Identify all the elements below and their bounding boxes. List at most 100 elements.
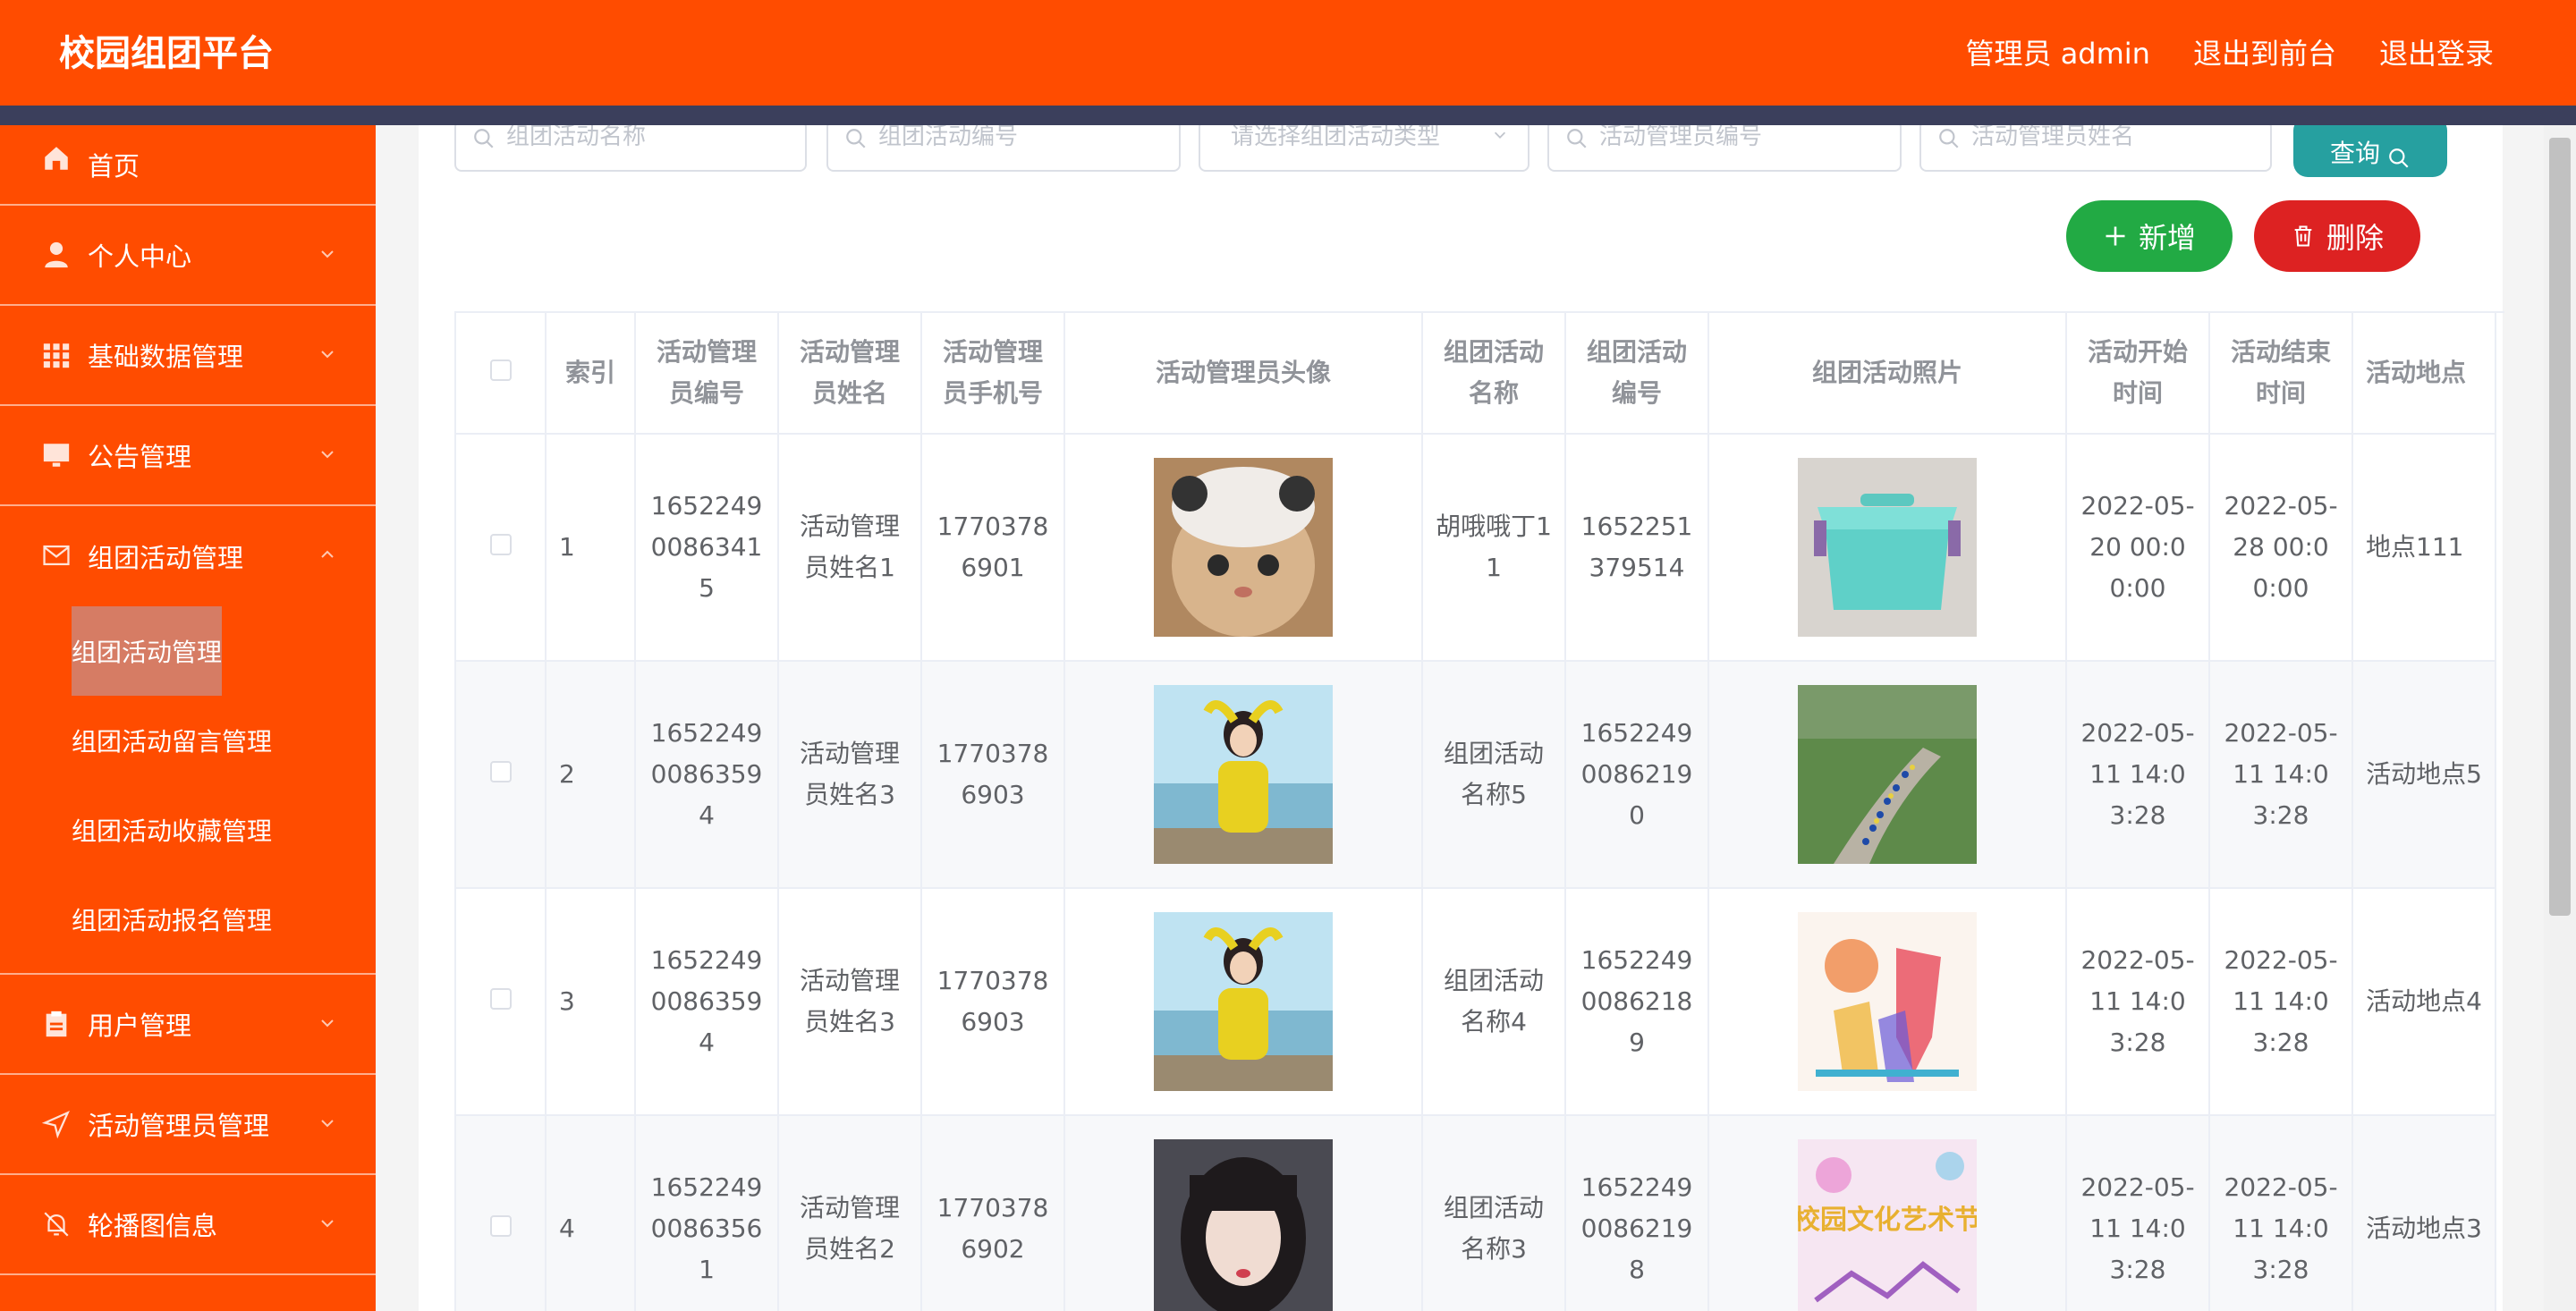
delete-button[interactable]: 删除 (2254, 200, 2420, 272)
search-icon (1567, 129, 1587, 148)
column-header: 组团活动名称 (1422, 313, 1566, 435)
submenu-item-group-activity[interactable]: 组团活动管理 (0, 606, 376, 696)
search-icon (1939, 129, 1959, 148)
submenu-item-label: 组团活动收藏管理 (72, 816, 273, 846)
activity-no-cell: 16522490086218 9 (1565, 888, 1709, 1116)
avatar-cell (1064, 1115, 1423, 1311)
place-cell: 活动地点4 (2352, 888, 2496, 1116)
chevron-down-icon (321, 1120, 334, 1128)
user-icon (45, 241, 68, 268)
submenu-item-activity-favorite[interactable]: 组团活动收藏管理 (0, 785, 376, 875)
avatar-image[interactable] (1154, 912, 1333, 1091)
activity-no-input[interactable]: 组团活动编号 (826, 125, 1181, 172)
row-checkbox[interactable] (489, 534, 512, 555)
delete-button-label: 删除 (2326, 221, 2384, 255)
sidebar-item-activity-managers[interactable]: 活动管理员管理 (0, 1075, 376, 1175)
manager-phone-cell: 17703786903 (921, 888, 1065, 1116)
add-button-label: 新增 (2138, 221, 2196, 255)
content-panel: 组团活动名称 组团活动编号 请选择组团活动类型 活动管理员编号 活动管理员姓名 … (419, 125, 2504, 1311)
column-header: 活动开始时间 (2066, 313, 2210, 435)
main-content: 组团活动名称 组团活动编号 请选择组团活动类型 活动管理员编号 活动管理员姓名 … (376, 125, 2558, 1311)
exit-to-front-link[interactable]: 退出到前台 (2193, 32, 2336, 75)
logout-link[interactable]: 退出登录 (2379, 32, 2494, 75)
activity-type-select[interactable]: 请选择组团活动类型 (1199, 125, 1530, 172)
manager-no-input[interactable]: 活动管理员编号 (1547, 125, 1902, 172)
place-cell: 活动地点5 (2352, 661, 2496, 889)
chevron-down-icon (321, 250, 334, 258)
activity-no-cell: 1652251379514 (1565, 434, 1709, 662)
add-button[interactable]: 新增 (2066, 200, 2233, 272)
avatar-image[interactable] (1154, 458, 1333, 637)
select-all-cell[interactable] (456, 313, 547, 435)
data-table-wrapper: 索引 活动管理员编号 活动管理员姓名 活动管理员手机号 活动管理员头像 组团活动… (454, 311, 2504, 1311)
table-row: 3 16522490086359 4 活动管理员姓名3 17703786903 (456, 888, 2496, 1116)
end-time-cell: 2022-05-28 00:00:00 (2209, 434, 2353, 662)
manager-name-placeholder: 活动管理员姓名 (1971, 125, 2135, 150)
column-header: 活动管理员姓名 (778, 313, 922, 435)
page-scrollbar[interactable] (2544, 125, 2576, 1311)
manager-no-placeholder: 活动管理员编号 (1599, 125, 1763, 150)
scrollbar-thumb[interactable] (2549, 138, 2571, 916)
sidebar-item-label: 个人中心 (88, 241, 192, 272)
activity-photo[interactable] (1798, 458, 1977, 637)
activity-name-cell: 组团活动名称5 (1422, 661, 1566, 889)
sidebar-item-group-activity[interactable]: 组团活动管理 (0, 506, 376, 606)
row-checkbox[interactable] (489, 988, 512, 1010)
submenu-item-label: 组团活动留言管理 (72, 727, 273, 757)
table-header-row: 索引 活动管理员编号 活动管理员姓名 活动管理员手机号 活动管理员头像 组团活动… (456, 313, 2496, 435)
group-activity-submenu: 组团活动管理 组团活动留言管理 组团活动收藏管理 组团活动报名管理 (0, 606, 376, 975)
manager-phone-cell: 17703786902 (921, 1115, 1065, 1311)
chevron-up-icon (321, 550, 334, 558)
manager-name-input[interactable]: 活动管理员姓名 (1919, 125, 2272, 172)
activity-name-input[interactable]: 组团活动名称 (454, 125, 807, 172)
column-header: 活动管理员头像 (1064, 313, 1423, 435)
chevron-down-icon (321, 351, 334, 359)
manager-phone-cell: 17703786903 (921, 661, 1065, 889)
row-checkbox[interactable] (489, 761, 512, 782)
home-icon (45, 147, 68, 170)
submenu-item-activity-message[interactable]: 组团活动留言管理 (0, 696, 376, 785)
sidebar-item-carousel[interactable]: 轮播图信息 (0, 1175, 376, 1275)
activity-type-placeholder: 请选择组团活动类型 (1231, 125, 1441, 150)
manager-no-cell: 16522490086356 1 (635, 1115, 779, 1311)
activity-no-cell: 16522490086219 8 (1565, 1115, 1709, 1311)
column-header: 活动管理员编号 (635, 313, 779, 435)
plus-icon (2106, 226, 2125, 246)
sidebar-item-label: 活动管理员管理 (88, 1111, 270, 1141)
search-icon (846, 129, 866, 148)
clipboard-icon (46, 1011, 67, 1037)
sidebar-item-personal[interactable]: 个人中心 (0, 206, 376, 306)
column-header: 索引 (546, 313, 636, 435)
activity-photo[interactable] (1798, 685, 1977, 864)
select-all-checkbox[interactable] (489, 359, 512, 381)
top-header: 校园组团平台 管理员 admin 退出到前台 退出登录 (0, 0, 2576, 106)
submenu-item-label: 组团活动管理 (72, 606, 222, 696)
place-cell: 地点111 (2352, 434, 2496, 662)
query-button[interactable]: 查询 (2293, 125, 2447, 177)
start-time-cell: 2022-05-11 14:03:28 (2066, 661, 2210, 889)
sidebar-item-users[interactable]: 用户管理 (0, 975, 376, 1075)
avatar-image[interactable] (1154, 1139, 1333, 1311)
trash-icon (2294, 225, 2312, 247)
sidebar-item-basic-data[interactable]: 基础数据管理 (0, 306, 376, 406)
search-icon (474, 129, 494, 148)
column-header: 组团活动照片 (1708, 313, 2067, 435)
sidebar-item-notice[interactable]: 公告管理 (0, 406, 376, 506)
column-header: 组团活动编号 (1565, 313, 1709, 435)
manager-name-cell: 活动管理员姓名3 (778, 661, 922, 889)
chevron-down-icon (321, 451, 334, 459)
submenu-item-activity-signup[interactable]: 组团活动报名管理 (0, 875, 376, 964)
avatar-cell (1064, 434, 1423, 662)
sidebar-item-home[interactable]: 首页 (0, 125, 376, 206)
avatar-image[interactable] (1154, 685, 1333, 864)
photo-caption: 校园文化艺术节 (1798, 1205, 1977, 1236)
activity-photo-cell (1708, 661, 2067, 889)
manager-name-cell: 活动管理员姓名2 (778, 1115, 922, 1311)
admin-label: 管理员 admin (1965, 37, 2150, 71)
activity-photo[interactable]: 校园文化艺术节 (1798, 1139, 1977, 1311)
column-header: 活动结束时间 (2209, 313, 2353, 435)
chevron-down-icon (1494, 131, 1506, 139)
row-checkbox[interactable] (489, 1215, 512, 1237)
data-table: 索引 活动管理员编号 活动管理员姓名 活动管理员手机号 活动管理员头像 组团活动… (456, 313, 2496, 1311)
activity-photo[interactable] (1798, 912, 1977, 1091)
